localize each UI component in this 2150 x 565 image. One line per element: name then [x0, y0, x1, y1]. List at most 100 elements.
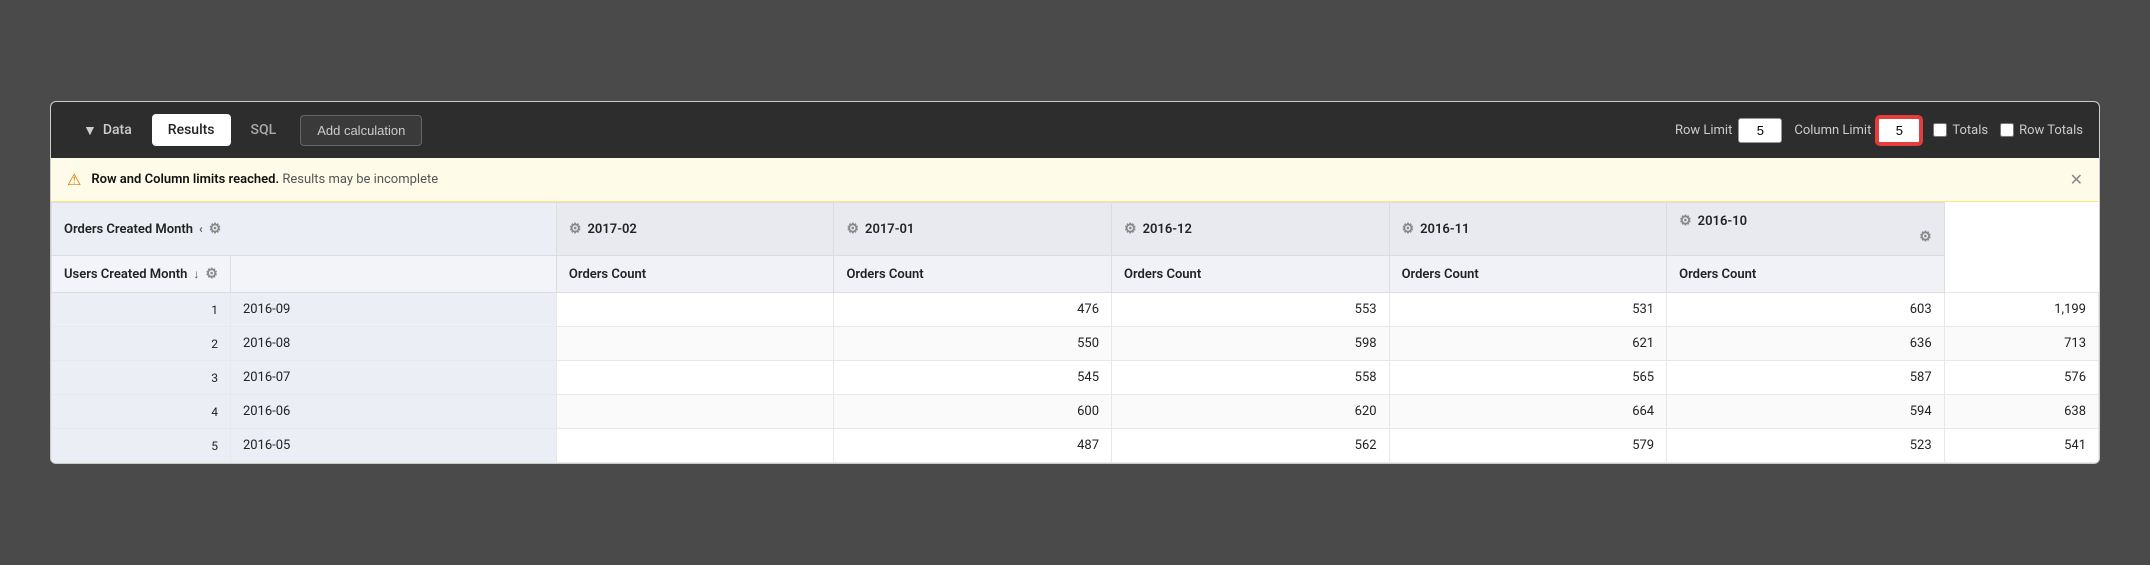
data-cell: 562: [1112, 429, 1390, 463]
data-cell: 576: [1944, 361, 2098, 395]
data-cell: 638: [1944, 395, 2098, 429]
add-calculation-button[interactable]: Add calculation: [300, 115, 422, 146]
data-cell: [556, 429, 834, 463]
sub-col-orders-4: Orders Count: [1389, 256, 1667, 293]
col-limit-label: Column Limit: [1794, 123, 1871, 138]
data-cell: 664: [1389, 395, 1667, 429]
sub-col-orders-5: Orders Count: [1667, 256, 1945, 293]
table-row: 22016-08550598621636713: [52, 327, 2099, 361]
row-number: 5: [52, 429, 231, 463]
main-container: ▼ Data Results SQL Add calculation Row L…: [50, 101, 2100, 464]
data-cell: 553: [1112, 293, 1390, 327]
col-last-gear-icon[interactable]: ⚙: [1919, 229, 1932, 245]
tab-sql[interactable]: SQL: [235, 114, 293, 146]
data-cell: 558: [1112, 361, 1390, 395]
col-header-row: Orders Created Month ‹ ⚙ ⚙ 2017-02: [52, 203, 2099, 256]
totals-group: Totals: [1933, 123, 1988, 138]
data-cell: 594: [1667, 395, 1945, 429]
sub-col-empty: [230, 256, 556, 293]
warning-banner: ⚠ Row and Column limits reached. Results…: [51, 158, 2099, 202]
table-row: 42016-06 600620664594638: [52, 395, 2099, 429]
pivot-sort-icon[interactable]: ‹: [199, 222, 203, 236]
toolbar-right: Row Limit Column Limit Totals Row Totals: [1675, 117, 2083, 144]
sub-col-orders-2: Orders Count: [834, 256, 1112, 293]
pivot-col-header: Users Created Month: [64, 267, 187, 282]
table-body: 12016-09 4765535316031,19922016-085505986…: [52, 293, 2099, 463]
data-cell: 598: [1112, 327, 1390, 361]
data-cell: [556, 327, 834, 361]
col-gear-2017-01[interactable]: ⚙: [846, 221, 859, 237]
data-cell: 587: [1667, 361, 1945, 395]
tab-data[interactable]: ▼ Data: [67, 114, 148, 147]
warning-close-button[interactable]: ✕: [2070, 170, 2083, 189]
sub-col-orders-1: Orders Count: [556, 256, 834, 293]
tab-sql-label: SQL: [251, 122, 277, 138]
row-number: 2: [52, 327, 231, 361]
table-row: 52016-05487562579523541: [52, 429, 2099, 463]
data-cell: 531: [1389, 293, 1667, 327]
data-cell: [556, 361, 834, 395]
toolbar: ▼ Data Results SQL Add calculation Row L…: [51, 102, 2099, 158]
tab-results[interactable]: Results: [152, 114, 231, 146]
row-limit-group: Row Limit: [1675, 118, 1782, 143]
row-totals-label: Row Totals: [2019, 123, 2083, 138]
data-cell: 621: [1389, 327, 1667, 361]
data-cell: [556, 293, 834, 327]
sub-header-row: Users Created Month ↓ ⚙ Orders Count Ord…: [52, 256, 2099, 293]
triangle-icon: ▼: [83, 122, 97, 139]
row-label: 2016-06: [230, 395, 556, 429]
pivot-row-gear-icon[interactable]: ⚙: [209, 221, 222, 237]
data-cell: 487: [834, 429, 1112, 463]
col-limit-input[interactable]: [1877, 117, 1921, 144]
col-header-2017-01: ⚙ 2017-01: [834, 203, 1112, 256]
pivot-table: Orders Created Month ‹ ⚙ ⚙ 2017-02: [51, 202, 2099, 463]
data-cell: 603: [1667, 293, 1945, 327]
tab-data-label: Data: [103, 122, 132, 138]
totals-label: Totals: [1952, 123, 1988, 138]
data-cell: 620: [1112, 395, 1390, 429]
data-cell: 636: [1667, 327, 1945, 361]
col-gear-2017-02[interactable]: ⚙: [569, 221, 582, 237]
table-container: Orders Created Month ‹ ⚙ ⚙ 2017-02: [51, 202, 2099, 463]
row-limit-label: Row Limit: [1675, 123, 1732, 138]
row-label: 2016-08: [230, 327, 556, 361]
sub-sort-icon[interactable]: ↓: [193, 267, 199, 281]
data-cell: 713: [1944, 327, 2098, 361]
tab-results-label: Results: [168, 122, 215, 138]
table-row: 12016-09 4765535316031,199: [52, 293, 2099, 327]
col-header-2016-11: ⚙ 2016-11: [1389, 203, 1667, 256]
col-limit-group: Column Limit: [1794, 117, 1921, 144]
row-number: 1: [52, 293, 231, 327]
pivot-row-header: Orders Created Month: [64, 222, 193, 237]
warning-icon: ⚠: [67, 170, 81, 189]
row-totals-group: Row Totals: [2000, 123, 2083, 138]
data-cell: 600: [834, 395, 1112, 429]
row-label: 2016-09: [230, 293, 556, 327]
col-gear-2016-10[interactable]: ⚙: [1679, 213, 1692, 229]
pivot-corner-cell: Orders Created Month ‹ ⚙: [52, 203, 557, 256]
col-gear-2016-11[interactable]: ⚙: [1402, 221, 1415, 237]
table-row: 32016-07545558565587576: [52, 361, 2099, 395]
row-label: 2016-05: [230, 429, 556, 463]
row-label: 2016-07: [230, 361, 556, 395]
row-totals-checkbox[interactable]: [2000, 123, 2014, 137]
warning-bold: Row and Column limits reached.: [91, 172, 279, 187]
data-cell: [556, 395, 834, 429]
col-header-2017-02: ⚙ 2017-02: [556, 203, 834, 256]
row-limit-input[interactable]: [1738, 118, 1782, 143]
sub-col-label: Users Created Month ↓ ⚙: [52, 256, 231, 293]
totals-checkbox[interactable]: [1933, 123, 1947, 137]
sub-gear-icon[interactable]: ⚙: [205, 266, 218, 282]
col-header-2016-10: ⚙ 2016-10 ⚙: [1667, 203, 1945, 256]
row-number: 4: [52, 395, 231, 429]
data-cell: 579: [1389, 429, 1667, 463]
sub-col-orders-3: Orders Count: [1112, 256, 1390, 293]
data-cell: 541: [1944, 429, 2098, 463]
col-gear-2016-12[interactable]: ⚙: [1124, 221, 1137, 237]
data-cell: 565: [1389, 361, 1667, 395]
data-cell: 476: [834, 293, 1112, 327]
row-number: 3: [52, 361, 231, 395]
col-header-2016-12: ⚙ 2016-12: [1112, 203, 1390, 256]
data-cell: 1,199: [1944, 293, 2098, 327]
warning-text: Row and Column limits reached. Results m…: [91, 172, 438, 187]
